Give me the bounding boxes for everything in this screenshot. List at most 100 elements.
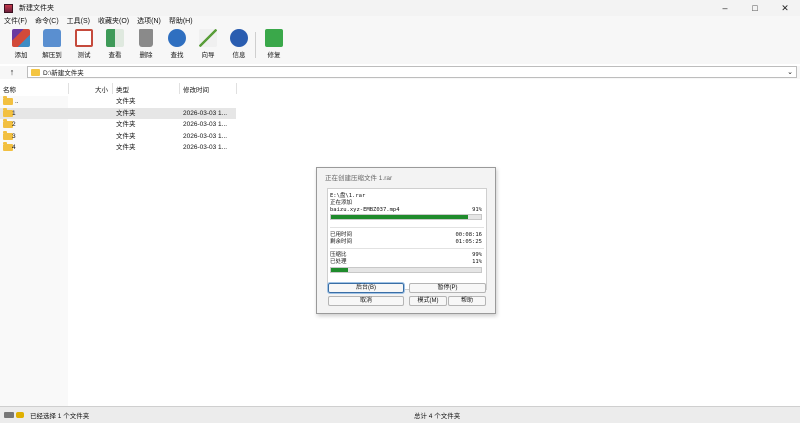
file-name: .. (15, 98, 19, 105)
file-modified: 2026-03-03 1... (183, 144, 228, 151)
address-bar: ↑ D:\新建文件夹 ⌄ (0, 66, 800, 79)
extract-to-label: 解压到 (42, 52, 62, 59)
add-button[interactable]: 添加 (7, 29, 35, 59)
folder-icon (31, 68, 40, 76)
path-field[interactable]: D:\新建文件夹 ⌄ (27, 66, 797, 78)
menu-command[interactable]: 命令(C) (31, 16, 63, 28)
file-name: 4 (12, 144, 16, 151)
ratio-value: 99% (472, 252, 482, 258)
test-icon (75, 29, 93, 47)
file-progress-bar (330, 214, 482, 220)
processed-label: 已处理 (330, 259, 347, 265)
menu-bar: 文件(F) 命令(C) 工具(S) 收藏夹(O) 选项(N) 帮助(H) (0, 16, 800, 28)
file-row[interactable]: 4 文件夹 2026-03-03 1... (0, 142, 236, 153)
add-label: 添加 (14, 52, 28, 59)
file-name: 2 (12, 121, 16, 128)
file-name: 1 (12, 110, 16, 117)
up-folder-button[interactable]: ↑ (6, 66, 18, 78)
remaining-value: 01:05:25 (455, 239, 483, 245)
remaining-label: 剩余时间 (330, 239, 353, 245)
background-button[interactable]: 后台(B) (327, 282, 405, 294)
selection-status: 已经选择 1 个文件夹 (30, 413, 90, 420)
find-button[interactable]: 查找 (163, 29, 191, 59)
menu-help[interactable]: 帮助(H) (165, 16, 197, 28)
file-row[interactable]: 2 文件夹 2026-03-03 1... (0, 119, 236, 130)
info-label: 信息 (232, 52, 246, 59)
archive-path: E:\盘\1.rar (330, 193, 366, 199)
minimize-button[interactable]: – (710, 0, 740, 16)
file-type: 文件夹 (116, 121, 136, 128)
extract-folder-icon (43, 29, 61, 47)
column-name-header[interactable]: 名称 (3, 82, 16, 95)
mode-button[interactable]: 模式(M) (409, 296, 447, 306)
progress-panel: E:\盘\1.rar 正在添加 baizu.xyz-EMBZ037.mp4 91… (327, 188, 487, 290)
toolbar: 添加 解压到 测试 查看 删除 查找 向导 信息 修复 (0, 28, 800, 64)
menu-favorites[interactable]: 收藏夹(O) (94, 16, 133, 28)
column-divider[interactable] (236, 83, 237, 94)
current-file: baizu.xyz-EMBZ037.mp4 (330, 207, 400, 213)
action-text: 正在添加 (330, 200, 353, 206)
view-button[interactable]: 查看 (101, 29, 129, 59)
dialog-divider (330, 227, 484, 228)
column-modified-header[interactable]: 修改时间 (183, 82, 209, 95)
maximize-button[interactable]: □ (740, 0, 770, 16)
wizard-button[interactable]: 向导 (194, 29, 222, 59)
dialog-divider (330, 248, 484, 249)
pause-button[interactable]: 暂停(P) (409, 283, 486, 293)
path-text: D:\新建文件夹 (43, 70, 84, 77)
column-divider[interactable] (68, 83, 69, 94)
dialog-title: 正在创建压缩文件 1.rar (325, 175, 393, 182)
test-label: 测试 (77, 52, 91, 59)
chevron-down-icon[interactable]: ⌄ (787, 67, 793, 78)
file-type: 文件夹 (116, 98, 136, 105)
wizard-label: 向导 (201, 52, 215, 59)
wizard-wand-icon (199, 29, 217, 47)
view-book-icon (106, 29, 124, 47)
extract-to-button[interactable]: 解压到 (38, 29, 66, 59)
compression-progress-dialog: 正在创建压缩文件 1.rar E:\盘\1.rar 正在添加 baizu.xyz… (316, 167, 496, 314)
file-row[interactable]: 3 文件夹 2026-03-03 1... (0, 131, 236, 142)
total-progress-bar (330, 267, 482, 273)
info-button[interactable]: 信息 (225, 29, 253, 59)
elapsed-label: 已用时间 (330, 232, 353, 238)
file-type: 文件夹 (116, 144, 136, 151)
ratio-label: 压缩比 (330, 252, 347, 258)
column-divider[interactable] (112, 83, 113, 94)
column-type-header[interactable]: 类型 (116, 82, 129, 95)
column-divider[interactable] (179, 83, 180, 94)
file-modified: 2026-03-03 1... (183, 133, 228, 140)
delete-bin-icon (139, 29, 153, 47)
key-icon (16, 412, 24, 418)
close-button[interactable]: ✕ (770, 0, 800, 16)
file-row[interactable]: .. 文件夹 (0, 96, 236, 107)
menu-options[interactable]: 选项(N) (133, 16, 165, 28)
file-percent: 91% (472, 207, 482, 213)
cancel-button[interactable]: 取消 (328, 296, 404, 306)
toolbar-separator (255, 32, 256, 58)
drive-icon (4, 412, 14, 418)
menu-file[interactable]: 文件(F) (0, 16, 31, 28)
menu-tools[interactable]: 工具(S) (63, 16, 94, 28)
file-progress-fill (331, 215, 468, 219)
status-bar: 已经选择 1 个文件夹 总计 4 个文件夹 (0, 406, 800, 423)
help-button[interactable]: 帮助 (448, 296, 486, 306)
winrar-app-icon (4, 3, 13, 13)
file-name: 3 (12, 133, 16, 140)
elapsed-value: 00:08:16 (455, 232, 483, 238)
column-size-header[interactable]: 大小 (95, 82, 108, 95)
find-magnifier-icon (168, 29, 186, 47)
processed-value: 11% (472, 259, 482, 265)
file-type: 文件夹 (116, 110, 136, 117)
file-row[interactable]: 1 文件夹 2026-03-03 1... (0, 108, 236, 119)
repair-icon (265, 29, 283, 47)
status-left: 已经选择 1 个文件夹 (4, 410, 89, 420)
delete-button[interactable]: 删除 (132, 29, 160, 59)
file-modified: 2026-03-03 1... (183, 121, 228, 128)
view-label: 查看 (108, 52, 122, 59)
find-label: 查找 (170, 52, 184, 59)
window-title: 新建文件夹 (19, 5, 54, 12)
test-button[interactable]: 测试 (70, 29, 98, 59)
repair-button[interactable]: 修复 (260, 29, 288, 59)
total-status: 总计 4 个文件夹 (414, 413, 461, 420)
add-archive-icon (12, 29, 30, 47)
